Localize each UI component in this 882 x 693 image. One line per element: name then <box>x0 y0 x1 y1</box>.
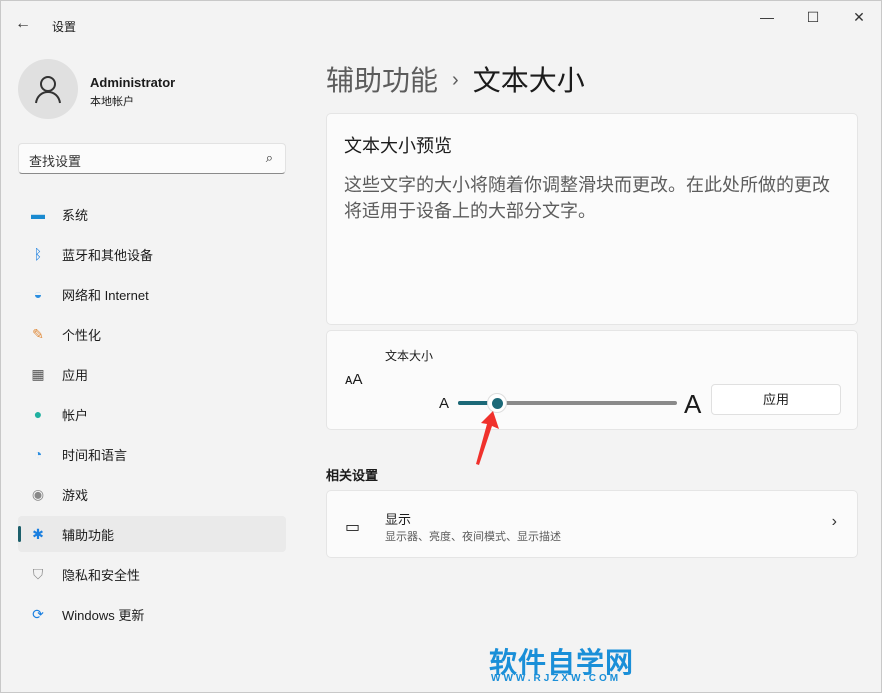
sidebar-item-label: 网络和 Internet <box>62 287 149 303</box>
text-size-label: 文本大小 <box>385 349 434 363</box>
close-button[interactable]: ✕ <box>839 9 879 29</box>
sidebar-item-label: 系统 <box>62 207 89 223</box>
text-size-slider[interactable] <box>458 393 677 413</box>
nav-icon: ⟳ <box>32 605 44 622</box>
breadcrumb: 辅助功能 › 文本大小 <box>326 59 585 99</box>
nav-icon: ▬ <box>31 206 45 222</box>
title-bar: ← 设置 — ☐ ✕ <box>1 1 881 49</box>
app-title: 设置 <box>52 20 77 34</box>
sidebar-item[interactable]: ● 帐户 <box>18 396 286 432</box>
nav-icon: ▦ <box>31 365 45 382</box>
sidebar-item[interactable]: ◒ 网络和 Internet <box>18 276 286 312</box>
nav-icon: ◉ <box>31 485 45 502</box>
preview-card: 文本大小预览 这些文字的大小将随着你调整滑块而更改。在此处所做的更改将适用于设备… <box>326 113 858 325</box>
display-title: 显示 <box>385 512 412 527</box>
sidebar-item-label: 个性化 <box>62 327 102 343</box>
sidebar-item[interactable]: ᛒ 蓝牙和其他设备 <box>18 236 286 272</box>
sidebar-item[interactable]: ◉ 游戏 <box>18 476 286 512</box>
red-arrow-annotation <box>476 411 499 465</box>
account-type: 本地帐户 <box>90 96 134 108</box>
sidebar-item-label: Windows 更新 <box>62 607 145 623</box>
sidebar-item[interactable]: ✎ 个性化 <box>18 316 286 352</box>
big-a-label: A <box>684 389 702 419</box>
watermark-url: WWW.RJZXW.COM <box>491 673 622 684</box>
breadcrumb-separator: › <box>452 69 459 91</box>
sidebar-nav: ▬ 系统 ᛒ 蓝牙和其他设备 ◒ 网络和 Internet ✎ 个性化 ▦ 应用 ● 帐户 ◔ 时间和语言… <box>18 196 286 636</box>
display-settings-item[interactable]: ▭ 显示 显示器、亮度、夜间模式、显示描述 › <box>326 490 858 558</box>
small-a-label: A <box>439 395 450 412</box>
user-icon <box>35 76 61 104</box>
sidebar-item[interactable]: ▬ 系统 <box>18 196 286 232</box>
sidebar-item-label: 帐户 <box>62 407 89 423</box>
search-icon: ⌕ <box>265 150 273 165</box>
nav-icon: ᛒ <box>33 246 43 262</box>
sidebar-item[interactable]: ◔ 时间和语言 <box>18 436 286 472</box>
laptop-icon: ▭ <box>345 519 361 536</box>
sidebar-item-label: 隐私和安全性 <box>62 567 141 583</box>
text-size-icon: ᴀA <box>345 371 363 388</box>
sidebar-item-label: 应用 <box>62 367 89 383</box>
maximize-button[interactable]: ☐ <box>793 9 833 29</box>
nav-icon: ◒ <box>33 286 43 302</box>
chevron-right-icon: › <box>831 513 837 530</box>
sidebar-item-label: 时间和语言 <box>62 447 128 463</box>
minimize-button[interactable]: — <box>747 9 787 29</box>
nav-icon: ⛉ <box>32 565 44 582</box>
nav-icon: ✎ <box>32 325 44 342</box>
sidebar-item[interactable]: ✱ 辅助功能 <box>18 516 286 552</box>
nav-icon: ◔ <box>33 446 43 462</box>
sidebar-item-label: 辅助功能 <box>62 527 115 543</box>
back-button[interactable]: ← <box>15 15 31 33</box>
nav-icon: ● <box>33 406 43 422</box>
avatar[interactable] <box>18 59 78 119</box>
user-name: Administrator <box>90 75 176 90</box>
preview-text: 这些文字的大小将随着你调整滑块而更改。在此处所做的更改将适用于设备上的大部分文字… <box>344 175 830 221</box>
text-size-card: ᴀA 文本大小 A A 应用 <box>326 330 858 430</box>
sidebar-item-label: 游戏 <box>62 487 89 503</box>
search-input[interactable]: 查找设置 ⌕ <box>18 143 286 174</box>
preview-title: 文本大小预览 <box>344 136 452 156</box>
search-placeholder: 查找设置 <box>29 154 82 169</box>
breadcrumb-parent[interactable]: 辅助功能 <box>326 65 438 96</box>
related-settings-heading: 相关设置 <box>326 468 379 483</box>
sidebar-item[interactable]: ⛉ 隐私和安全性 <box>18 556 286 592</box>
sidebar-item[interactable]: ▦ 应用 <box>18 356 286 392</box>
page-title: 文本大小 <box>472 65 585 96</box>
sidebar-item-label: 蓝牙和其他设备 <box>62 247 154 263</box>
sidebar-item[interactable]: ⟳ Windows 更新 <box>18 596 286 632</box>
nav-icon: ✱ <box>32 525 44 542</box>
apply-button[interactable]: 应用 <box>711 384 841 415</box>
display-subtitle: 显示器、亮度、夜间模式、显示描述 <box>385 531 561 543</box>
